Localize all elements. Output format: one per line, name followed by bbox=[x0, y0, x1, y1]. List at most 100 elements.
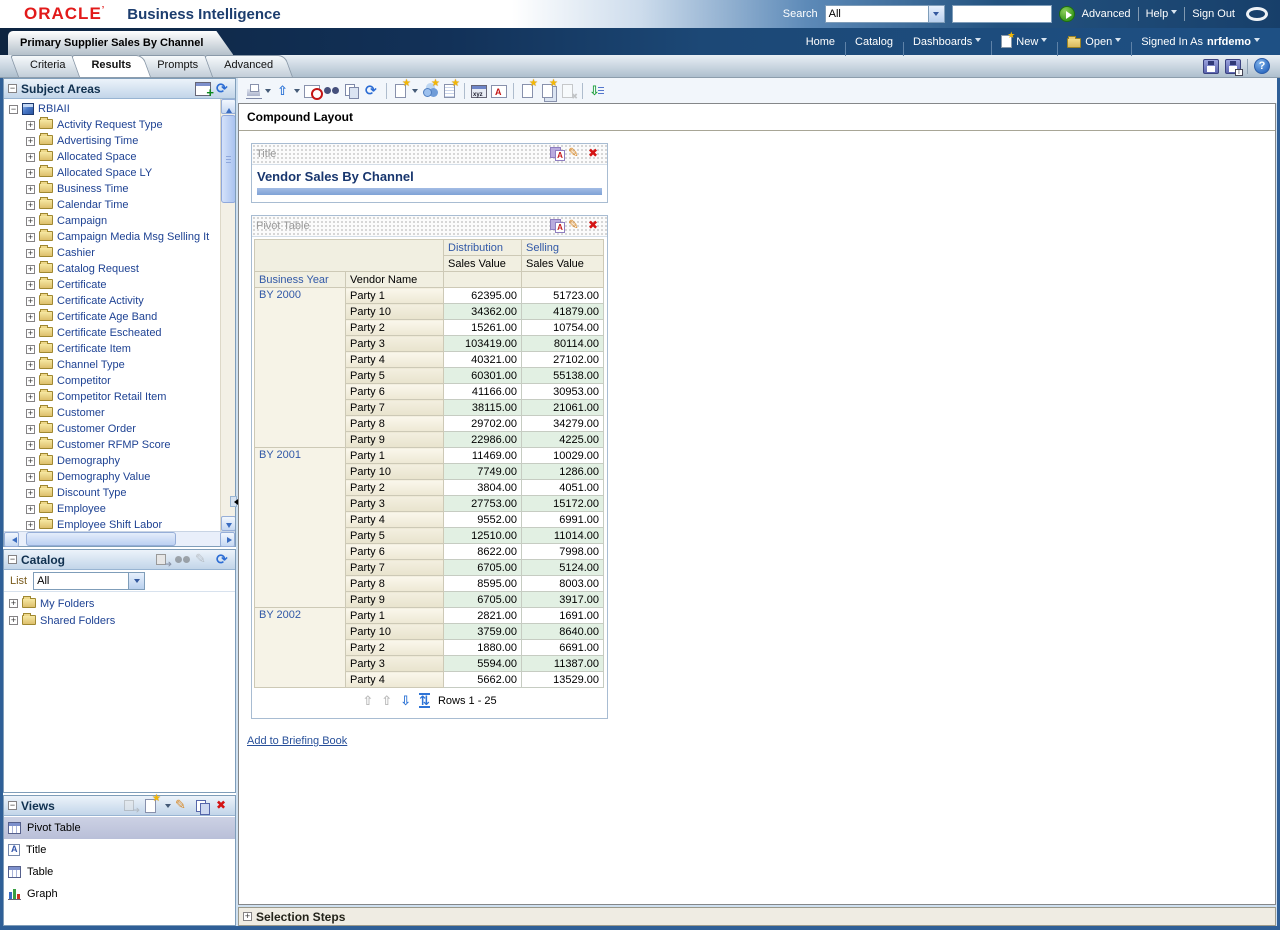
edit-view-icon[interactable] bbox=[568, 146, 584, 162]
horizontal-scrollbar[interactable] bbox=[4, 531, 235, 546]
subject-area-folder[interactable]: Discount Type bbox=[4, 485, 220, 501]
global-nav-item[interactable]: Dashboards bbox=[903, 36, 991, 48]
next-page-icon[interactable]: ⇩ bbox=[400, 694, 411, 708]
scroll-left-button[interactable] bbox=[4, 532, 19, 547]
expand-icon[interactable] bbox=[26, 345, 35, 354]
row-header-vendor-name[interactable]: Vendor Name bbox=[346, 272, 444, 288]
refresh-icon[interactable] bbox=[215, 81, 231, 97]
expand-icon[interactable] bbox=[26, 281, 35, 290]
expand-icon[interactable] bbox=[26, 409, 35, 418]
subject-area-root[interactable]: RBIAII bbox=[4, 101, 220, 117]
subject-area-folder[interactable]: Customer bbox=[4, 405, 220, 421]
subject-area-folder[interactable]: Cashier bbox=[4, 245, 220, 261]
sign-out-link[interactable]: Sign Out bbox=[1192, 8, 1235, 20]
expand-icon[interactable] bbox=[155, 552, 171, 568]
toolbar-button[interactable] bbox=[362, 80, 382, 101]
global-nav-item[interactable]: Signed In As nrfdemo bbox=[1131, 36, 1270, 48]
expand-icon[interactable] bbox=[26, 137, 35, 146]
vertical-scrollbar[interactable] bbox=[220, 99, 235, 531]
subject-area-folder[interactable]: Activity Request Type bbox=[4, 117, 220, 133]
expand-icon[interactable] bbox=[26, 329, 35, 338]
global-nav-item[interactable]: Home bbox=[796, 36, 845, 48]
expand-icon[interactable] bbox=[26, 313, 35, 322]
collapse-icon[interactable] bbox=[9, 105, 18, 114]
subject-area-folder[interactable]: Employee bbox=[4, 501, 220, 517]
search-scope-select[interactable]: All bbox=[825, 5, 945, 23]
scrollbar-thumb[interactable] bbox=[26, 532, 176, 546]
chevron-down-icon[interactable] bbox=[165, 804, 171, 811]
refresh-icon[interactable] bbox=[215, 552, 231, 568]
toolbar-button[interactable] bbox=[538, 80, 558, 101]
editor-tab[interactable]: Advanced bbox=[212, 55, 293, 77]
subject-area-folder[interactable]: Allocated Space bbox=[4, 149, 220, 165]
delete-view-icon[interactable] bbox=[215, 798, 231, 814]
expand-icon[interactable] bbox=[26, 249, 35, 258]
view-list-item[interactable]: Pivot Table bbox=[4, 817, 235, 839]
search-go-button[interactable] bbox=[1059, 6, 1075, 22]
global-nav-item[interactable]: Catalog bbox=[845, 36, 903, 48]
expand-icon[interactable] bbox=[26, 153, 35, 162]
sidebar-collapse-handle[interactable] bbox=[230, 496, 237, 507]
subject-area-folder[interactable]: Certificate Activity bbox=[4, 293, 220, 309]
previous-page-icon[interactable]: ⇧ bbox=[381, 694, 392, 708]
expand-icon[interactable] bbox=[26, 217, 35, 226]
column-header-distribution[interactable]: Distribution bbox=[444, 240, 522, 256]
global-nav-item[interactable]: Open bbox=[1057, 36, 1131, 48]
toolbar-button[interactable] bbox=[518, 80, 538, 101]
catalog-list-dropdown-button[interactable] bbox=[128, 573, 144, 589]
catalog-folder[interactable]: My Folders bbox=[4, 595, 235, 612]
edit-subject-areas-icon[interactable] bbox=[195, 82, 211, 96]
search-scope-dropdown-button[interactable] bbox=[928, 6, 944, 22]
expand-icon[interactable] bbox=[26, 521, 35, 530]
help-button[interactable] bbox=[1254, 58, 1270, 74]
expand-icon[interactable] bbox=[26, 489, 35, 498]
subject-area-folder[interactable]: Calendar Time bbox=[4, 197, 220, 213]
scroll-down-button[interactable] bbox=[221, 516, 235, 531]
expand-icon[interactable] bbox=[26, 185, 35, 194]
subject-area-folder[interactable]: Certificate Age Band bbox=[4, 309, 220, 325]
expand-selection-steps-icon[interactable] bbox=[243, 912, 252, 921]
subject-area-folder[interactable]: Employee Shift Labor bbox=[4, 517, 220, 531]
expand-icon[interactable] bbox=[26, 505, 35, 514]
toolbar-button[interactable] bbox=[273, 80, 302, 101]
expand-icon[interactable] bbox=[26, 473, 35, 482]
toolbar-button[interactable] bbox=[244, 80, 273, 101]
toolbar-button[interactable] bbox=[342, 80, 362, 101]
view-list-item[interactable]: Title bbox=[4, 839, 235, 861]
collapse-panel-icon[interactable] bbox=[8, 801, 17, 810]
duplicate-view-icon[interactable] bbox=[195, 798, 211, 814]
collapse-panel-icon[interactable] bbox=[8, 84, 17, 93]
search-input[interactable] bbox=[952, 5, 1052, 23]
expand-icon[interactable] bbox=[26, 169, 35, 178]
expand-icon[interactable] bbox=[9, 616, 18, 625]
subject-area-folder[interactable]: Demography Value bbox=[4, 469, 220, 485]
expand-icon[interactable] bbox=[26, 201, 35, 210]
subject-area-folder[interactable]: Demography bbox=[4, 453, 220, 469]
toolbar-button[interactable] bbox=[489, 80, 509, 101]
expand-icon[interactable] bbox=[9, 599, 18, 608]
global-nav-item[interactable]: New bbox=[991, 35, 1057, 48]
subject-area-folder[interactable]: Catalog Request bbox=[4, 261, 220, 277]
collapse-panel-icon[interactable] bbox=[8, 555, 17, 564]
first-page-icon[interactable]: ⇧ bbox=[362, 694, 373, 708]
expand-icon[interactable] bbox=[26, 297, 35, 306]
catalog-list-select[interactable]: All bbox=[33, 572, 145, 590]
toolbar-button[interactable] bbox=[391, 80, 420, 101]
subject-area-folder[interactable]: Allocated Space LY bbox=[4, 165, 220, 181]
edit-view-icon[interactable] bbox=[175, 798, 191, 814]
toolbar-button[interactable] bbox=[469, 80, 489, 101]
expand-icon[interactable] bbox=[26, 121, 35, 130]
advanced-link[interactable]: Advanced bbox=[1082, 8, 1131, 20]
subject-area-folder[interactable]: Competitor Retail Item bbox=[4, 389, 220, 405]
expand-icon[interactable] bbox=[26, 377, 35, 386]
column-header-selling[interactable]: Selling bbox=[522, 240, 604, 256]
view-list-item[interactable]: Table bbox=[4, 861, 235, 883]
toolbar-button[interactable] bbox=[420, 80, 440, 101]
help-menu[interactable]: Help bbox=[1146, 8, 1178, 20]
save-as-button[interactable]: I bbox=[1225, 59, 1241, 74]
subject-area-folder[interactable]: Campaign Media Msg Selling It bbox=[4, 229, 220, 245]
toolbar-button[interactable] bbox=[440, 80, 460, 101]
show-all-rows-icon[interactable]: ⇅ bbox=[419, 693, 430, 708]
subject-area-folder[interactable]: Business Time bbox=[4, 181, 220, 197]
document-tab[interactable]: Primary Supplier Sales By Channel bbox=[8, 31, 233, 55]
